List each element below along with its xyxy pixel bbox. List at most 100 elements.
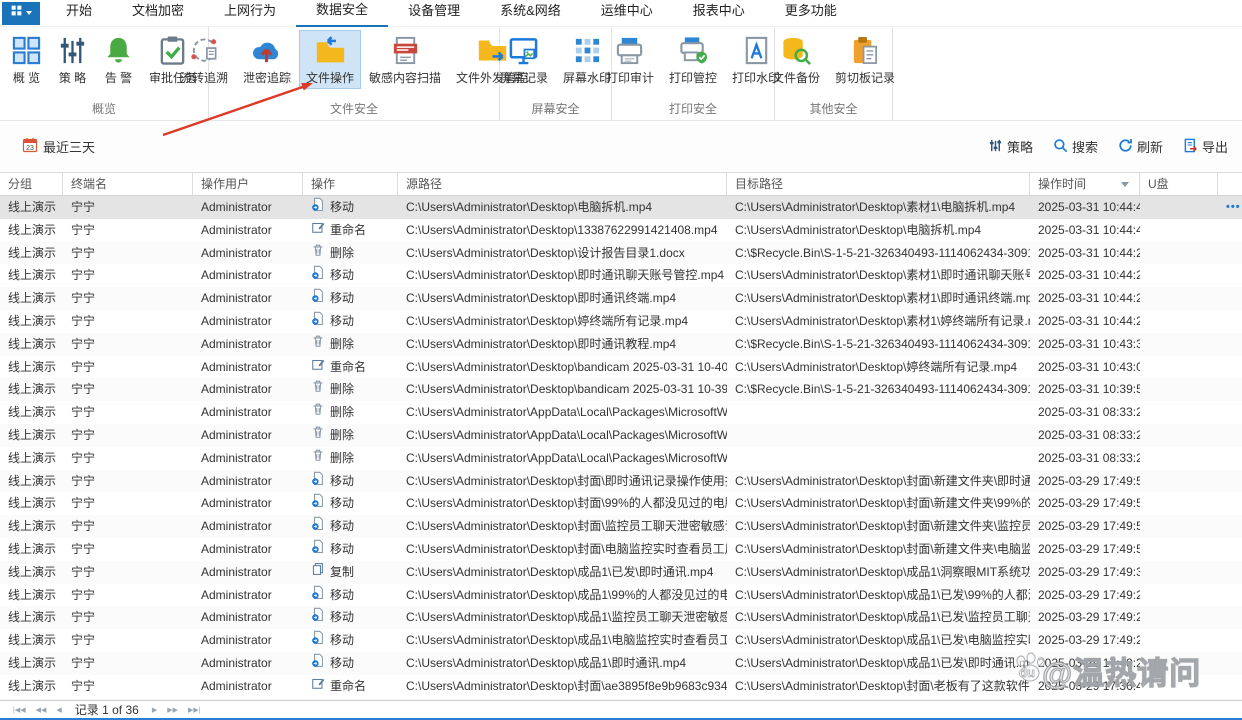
ribbon-group-label: 屏幕安全 <box>500 100 611 117</box>
column-header-group[interactable]: 分组 <box>0 173 63 195</box>
cell-terminal: 宁宁 <box>63 629 193 652</box>
cell-menu[interactable]: ••• <box>1218 196 1242 219</box>
sort-caret-icon[interactable] <box>1121 182 1129 187</box>
ribbon-button-label: 文件操作 <box>306 69 354 86</box>
clipboard-record-icon <box>850 35 881 66</box>
row-actions-menu[interactable]: ••• <box>1226 196 1241 219</box>
delete-icon <box>311 447 325 470</box>
table-row[interactable]: 线上演示宁宁Administrator移动C:\Users\Administra… <box>0 492 1242 515</box>
table-row[interactable]: 线上演示宁宁Administrator重命名C:\Users\Administr… <box>0 675 1242 698</box>
table-row[interactable]: 线上演示宁宁Administrator删除C:\Users\Administra… <box>0 378 1242 401</box>
toolbar-action-刷新[interactable]: 刷新 <box>1118 137 1163 156</box>
column-header-time[interactable]: 操作时间 <box>1030 173 1140 195</box>
date-range-filter[interactable]: 23 最近三天 <box>22 137 95 156</box>
app-menu-button[interactable] <box>2 2 40 25</box>
next-page-icon[interactable]: ▶ <box>152 706 157 714</box>
table-row[interactable]: 线上演示宁宁Administrator重命名C:\Users\Administr… <box>0 356 1242 379</box>
table-row[interactable]: 线上演示宁宁Administrator移动C:\Users\Administra… <box>0 515 1242 538</box>
table-row[interactable]: 线上演示宁宁Administrator复制C:\Users\Administra… <box>0 561 1242 584</box>
column-header-source[interactable]: 源路径 <box>398 173 727 195</box>
ribbon-group-屏幕安全: 屏幕记录屏幕水印屏幕安全 <box>500 27 612 120</box>
cell-usb <box>1140 606 1218 629</box>
ribbon-button-流转追溯[interactable]: 流转追溯 <box>173 30 235 89</box>
table-row[interactable]: 线上演示宁宁Administrator删除C:\Users\Administra… <box>0 242 1242 265</box>
cell-source: C:\Users\Administrator\Desktop\设计报告目录1.d… <box>398 242 727 265</box>
fast-next-icon[interactable]: ▶▶ <box>167 706 178 714</box>
table-row[interactable]: 线上演示宁宁Administrator重命名C:\Users\Administr… <box>0 219 1242 242</box>
operation-label: 删除 <box>330 378 354 401</box>
ribbon-button-告警[interactable]: 告 警 <box>96 30 141 89</box>
ribbon-button-label: 文件备份 <box>772 69 820 86</box>
menu-tab-开始[interactable]: 开始 <box>46 0 112 25</box>
table-row[interactable]: 线上演示宁宁Administrator移动C:\Users\Administra… <box>0 584 1242 607</box>
operation-label: 重命名 <box>330 219 366 242</box>
ribbon-button-敏感内容扫描[interactable]: 敏感内容扫描 <box>362 30 448 89</box>
table-row[interactable]: 线上演示宁宁Administrator移动C:\Users\Administra… <box>0 629 1242 652</box>
table-row[interactable]: 线上演示宁宁Administrator删除C:\Users\Administra… <box>0 333 1242 356</box>
date-range-label: 最近三天 <box>43 137 95 156</box>
menu-tab-更多功能[interactable]: 更多功能 <box>765 0 857 25</box>
column-header-target[interactable]: 目标路径 <box>727 173 1030 195</box>
cell-source: C:\Users\Administrator\Desktop\即时通讯教程.mp… <box>398 333 727 356</box>
last-page-icon[interactable]: ▶▶| <box>188 706 201 714</box>
table-row[interactable]: 线上演示宁宁Administrator删除C:\Users\Administra… <box>0 401 1242 424</box>
move-file-icon <box>311 196 325 219</box>
fast-prev-icon[interactable]: ◀◀ <box>36 706 47 714</box>
column-header-usb[interactable]: U盘 <box>1140 173 1218 195</box>
column-header-user[interactable]: 操作用户 <box>193 173 303 195</box>
ribbon-button-策略[interactable]: 策 略 <box>50 30 95 89</box>
ribbon-button-剪切板记录[interactable]: 剪切板记录 <box>828 30 902 89</box>
cell-time: 2025-03-29 17:49:55 <box>1030 492 1140 515</box>
cell-group: 线上演示 <box>0 333 63 356</box>
ribbon-button-文件备份[interactable]: 文件备份 <box>765 30 827 89</box>
table-row[interactable]: 线上演示宁宁Administrator移动C:\Users\Administra… <box>0 287 1242 310</box>
toolbar-action-导出[interactable]: 导出 <box>1183 137 1228 156</box>
ribbon-button-概览[interactable]: 概 览 <box>4 30 49 89</box>
column-header-op[interactable]: 操作 <box>303 173 398 195</box>
ribbon-button-泄密追踪[interactable]: 泄密追踪 <box>236 30 298 89</box>
column-header-menu[interactable] <box>1218 173 1242 195</box>
cell-time: 2025-03-31 08:33:22 <box>1030 424 1140 447</box>
ribbon-button-打印审计[interactable]: 打印审计 <box>599 30 661 89</box>
prev-page-icon[interactable]: ◀ <box>56 706 61 714</box>
table-row[interactable]: 线上演示宁宁Administrator移动C:\Users\Administra… <box>0 538 1242 561</box>
ribbon-button-屏幕记录[interactable]: 屏幕记录 <box>493 30 555 89</box>
ribbon-group-label: 其他安全 <box>775 100 892 117</box>
cell-terminal: 宁宁 <box>63 515 193 538</box>
ribbon-button-打印管控[interactable]: 打印管控 <box>662 30 724 89</box>
table-row[interactable]: 线上演示宁宁Administrator移动C:\Users\Administra… <box>0 606 1242 629</box>
menu-tab-数据安全[interactable]: 数据安全 <box>296 0 388 28</box>
table-row[interactable]: 线上演示宁宁Administrator移动C:\Users\Administra… <box>0 652 1242 675</box>
toolbar-action-策略[interactable]: 策略 <box>988 137 1033 156</box>
menu-tab-设备管理[interactable]: 设备管理 <box>388 0 480 25</box>
operation-label: 移动 <box>330 287 354 310</box>
toolbar-action-搜索[interactable]: 搜索 <box>1053 137 1098 156</box>
svg-text:23: 23 <box>26 145 34 152</box>
menu-tab-报表中心[interactable]: 报表中心 <box>673 0 765 25</box>
ribbon-button-文件操作[interactable]: 文件操作 <box>299 30 361 89</box>
column-header-terminal[interactable]: 终端名 <box>63 173 193 195</box>
cell-op: 删除 <box>303 401 398 424</box>
first-page-icon[interactable]: |◀◀ <box>13 706 26 714</box>
move-file-icon <box>311 652 325 675</box>
cell-group: 线上演示 <box>0 492 63 515</box>
cell-usb <box>1140 196 1218 219</box>
cell-group: 线上演示 <box>0 401 63 424</box>
cell-source: C:\Users\Administrator\AppData\Local\Pac… <box>398 447 727 470</box>
table-row[interactable]: 线上演示宁宁Administrator移动C:\Users\Administra… <box>0 310 1242 333</box>
table-row[interactable]: 线上演示宁宁Administrator移动C:\Users\Administra… <box>0 264 1242 287</box>
table-row[interactable]: 线上演示宁宁Administrator移动C:\Users\Administra… <box>0 470 1242 493</box>
menu-tab-运维中心[interactable]: 运维中心 <box>581 0 673 25</box>
table-row[interactable]: 线上演示宁宁Administrator删除C:\Users\Administra… <box>0 424 1242 447</box>
menu-tab-文档加密[interactable]: 文档加密 <box>112 0 204 25</box>
operation-label: 移动 <box>330 492 354 515</box>
cell-group: 线上演示 <box>0 606 63 629</box>
menu-tab-系统&网络[interactable]: 系统&网络 <box>480 0 581 25</box>
menu-tab-上网行为[interactable]: 上网行为 <box>204 0 296 25</box>
cell-op: 复制 <box>303 561 398 584</box>
table-row[interactable]: 线上演示宁宁Administrator移动C:\Users\Administra… <box>0 196 1242 219</box>
cell-menu <box>1218 424 1242 447</box>
table-row[interactable]: 线上演示宁宁Administrator删除C:\Users\Administra… <box>0 447 1242 470</box>
cell-op: 移动 <box>303 629 398 652</box>
cell-menu <box>1218 652 1242 675</box>
